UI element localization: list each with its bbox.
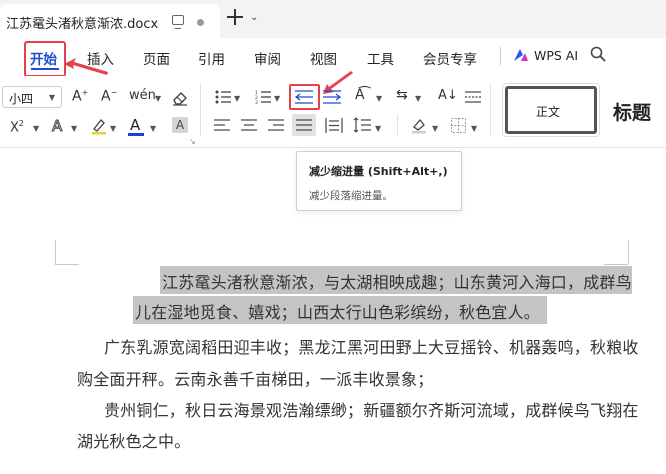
menu-divider: [500, 47, 501, 65]
chevron-down-icon[interactable]: ▼: [110, 124, 116, 133]
chinese-layout-icon[interactable]: ⇆: [396, 87, 408, 103]
char-shading-icon[interactable]: A: [172, 117, 188, 133]
toolbar-divider: [200, 84, 201, 136]
chevron-down-icon[interactable]: ▼: [155, 94, 161, 103]
chevron-down-icon[interactable]: ▼: [432, 124, 438, 133]
toolbar-divider: [397, 114, 398, 136]
style-normal[interactable]: 正文: [505, 86, 597, 134]
pinyin-guide-icon[interactable]: wén: [129, 88, 156, 103]
toolbar-divider: [490, 84, 491, 136]
paragraph-3-line-1[interactable]: 贵州铜仁，秋日云海景观浩瀚缥缈；新疆额尔齐斯河流域，成群候鸟飞翔在: [104, 397, 639, 421]
font-dialog-launcher-icon[interactable]: ↘: [189, 137, 196, 146]
chevron-down-icon[interactable]: ⌄: [250, 12, 258, 23]
chevron-down-icon[interactable]: ▼: [33, 124, 39, 133]
font-size-select[interactable]: 小四 ▼: [2, 86, 62, 108]
distributed-align-icon[interactable]: [325, 118, 343, 133]
tab-tools[interactable]: 工具: [367, 48, 394, 68]
font-color-bar: [128, 133, 144, 136]
align-left-icon[interactable]: [214, 119, 230, 132]
svg-text:3: 3: [255, 100, 258, 104]
paragraph-2-line-1[interactable]: 广东乳源宽阔稻田迎丰收；黑龙江黑河田野上大豆摇铃、机器轰鸣，秋粮收: [104, 334, 639, 358]
chevron-down-icon[interactable]: ▼: [234, 94, 240, 103]
numbered-list-icon[interactable]: 123: [255, 90, 271, 104]
tooltip-description: 减少段落缩进量。: [309, 190, 393, 202]
font-color-icon[interactable]: A: [130, 116, 140, 134]
style-normal-label: 正文: [536, 105, 561, 119]
search-icon[interactable]: [590, 46, 606, 62]
paragraph-1-line-1[interactable]: 江苏鼋头渚秋意渐浓，与太湖相映成趣；山东黄河入海口，成群鸟: [160, 266, 632, 294]
tab-view[interactable]: 视图: [310, 48, 337, 68]
grow-font-icon[interactable]: A+: [72, 88, 88, 105]
annotation-box-start-tab: [24, 41, 66, 77]
crop-mark-left-h: [55, 264, 79, 265]
justify-button[interactable]: [292, 114, 316, 136]
chevron-down-icon[interactable]: ▼: [71, 124, 77, 133]
shrink-font-icon[interactable]: A−: [101, 88, 117, 105]
tab-review[interactable]: 审阅: [254, 48, 281, 68]
chevron-down-icon[interactable]: ▼: [415, 94, 421, 103]
title-bar: 江苏鼋头渚秋意渐浓.docx ⌄: [0, 0, 666, 38]
bullet-list-icon[interactable]: [215, 90, 231, 104]
document-tab[interactable]: 江苏鼋头渚秋意渐浓.docx: [0, 4, 220, 38]
font-size-value: 小四: [9, 92, 34, 106]
chevron-down-icon[interactable]: ▼: [471, 124, 477, 133]
paragraph-shading-icon[interactable]: [410, 117, 428, 134]
document-tab-title: 江苏鼋头渚秋意渐浓.docx: [6, 17, 159, 32]
paragraph-1-line-2[interactable]: 儿在湿地觅食、嬉戏；山西太行山色彩缤纷，秋色宜人。: [133, 296, 547, 324]
increase-indent-icon[interactable]: [323, 90, 341, 104]
tab-wps-ai[interactable]: WPS AI: [534, 48, 578, 63]
chevron-down-icon[interactable]: ▼: [376, 94, 382, 103]
sort-icon[interactable]: A↓: [438, 88, 458, 103]
tab-member[interactable]: 会员专享: [423, 48, 477, 68]
crop-mark-left: [55, 240, 56, 264]
show-marks-icon[interactable]: [465, 91, 481, 103]
highlight-pen-icon[interactable]: [90, 117, 108, 135]
crop-mark-right-h: [604, 264, 628, 265]
paragraph-2-line-2[interactable]: 购全面开秤。云南永善千亩梯田，一派丰收景象；: [77, 366, 433, 390]
paragraph-3-line-2[interactable]: 湖光秋色之中。: [77, 428, 190, 452]
annotation-box-decrease-indent: [289, 84, 320, 110]
line-spacing-icon[interactable]: [353, 117, 371, 133]
align-justify-icon: [296, 119, 312, 131]
text-effect-icon[interactable]: A: [51, 117, 62, 136]
annotation-arrow-start: [64, 58, 108, 75]
chevron-down-icon[interactable]: ▼: [274, 94, 280, 103]
superscript-icon[interactable]: X2: [10, 119, 24, 135]
chevron-down-icon: ▼: [48, 93, 55, 102]
align-center-icon[interactable]: [241, 119, 257, 132]
unsaved-dot-icon[interactable]: [197, 19, 204, 26]
tab-reference[interactable]: 引用: [198, 48, 225, 68]
tooltip: 减少缩进量 (Shift+Alt+,) 减少段落缩进量。: [296, 151, 462, 211]
tooltip-title: 减少缩进量 (Shift+Alt+,): [309, 165, 448, 178]
new-tab-plus-icon[interactable]: [226, 8, 244, 26]
tab-page[interactable]: 页面: [143, 48, 170, 68]
text-direction-icon[interactable]: A͡: [355, 87, 365, 103]
wps-ai-icon[interactable]: [513, 48, 529, 62]
chevron-down-icon[interactable]: ▼: [150, 124, 156, 133]
style-heading[interactable]: 标题: [613, 98, 651, 125]
chevron-down-icon[interactable]: ▼: [375, 124, 381, 133]
monitor-icon[interactable]: [172, 15, 184, 29]
align-right-icon[interactable]: [268, 119, 284, 132]
borders-icon[interactable]: [451, 118, 466, 133]
crop-mark-right: [628, 240, 629, 264]
clear-format-eraser-icon[interactable]: [171, 90, 189, 106]
